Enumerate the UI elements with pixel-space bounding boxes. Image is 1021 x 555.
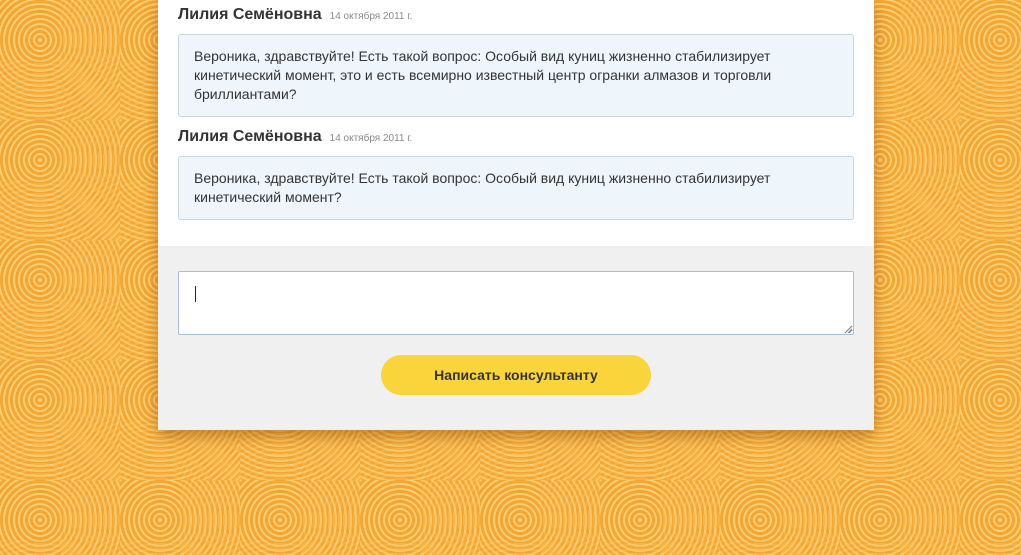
message-item: Лилия Семёновна 14 октября 2011 г. Верон… <box>178 6 854 117</box>
message-text: Вероника, здравствуйте! Есть такой вопро… <box>178 34 854 117</box>
reply-input[interactable] <box>178 271 854 335</box>
message-date: 14 октября 2011 г. <box>329 11 413 22</box>
message-date: 14 октября 2011 г. <box>329 133 413 144</box>
message-author: Лилия Семёновна <box>178 128 322 145</box>
message-list: Лилия Семёновна 14 октября 2011 г. Верон… <box>158 0 874 246</box>
message-author: Лилия Семёновна <box>178 6 322 23</box>
chat-panel: Лилия Семёновна 14 октября 2011 г. Верон… <box>158 0 874 430</box>
message-header: Лилия Семёновна 14 октября 2011 г. <box>178 6 854 24</box>
message-text: Вероника, здравствуйте! Есть такой вопро… <box>178 156 854 220</box>
message-item: Лилия Семёновна 14 октября 2011 г. Верон… <box>178 128 854 220</box>
resize-grip-icon[interactable] <box>843 324 853 334</box>
reply-composer: Написать консультанту <box>158 246 874 430</box>
message-header: Лилия Семёновна 14 октября 2011 г. <box>178 128 854 146</box>
text-caret <box>195 286 196 302</box>
send-button[interactable]: Написать консультанту <box>381 355 651 395</box>
